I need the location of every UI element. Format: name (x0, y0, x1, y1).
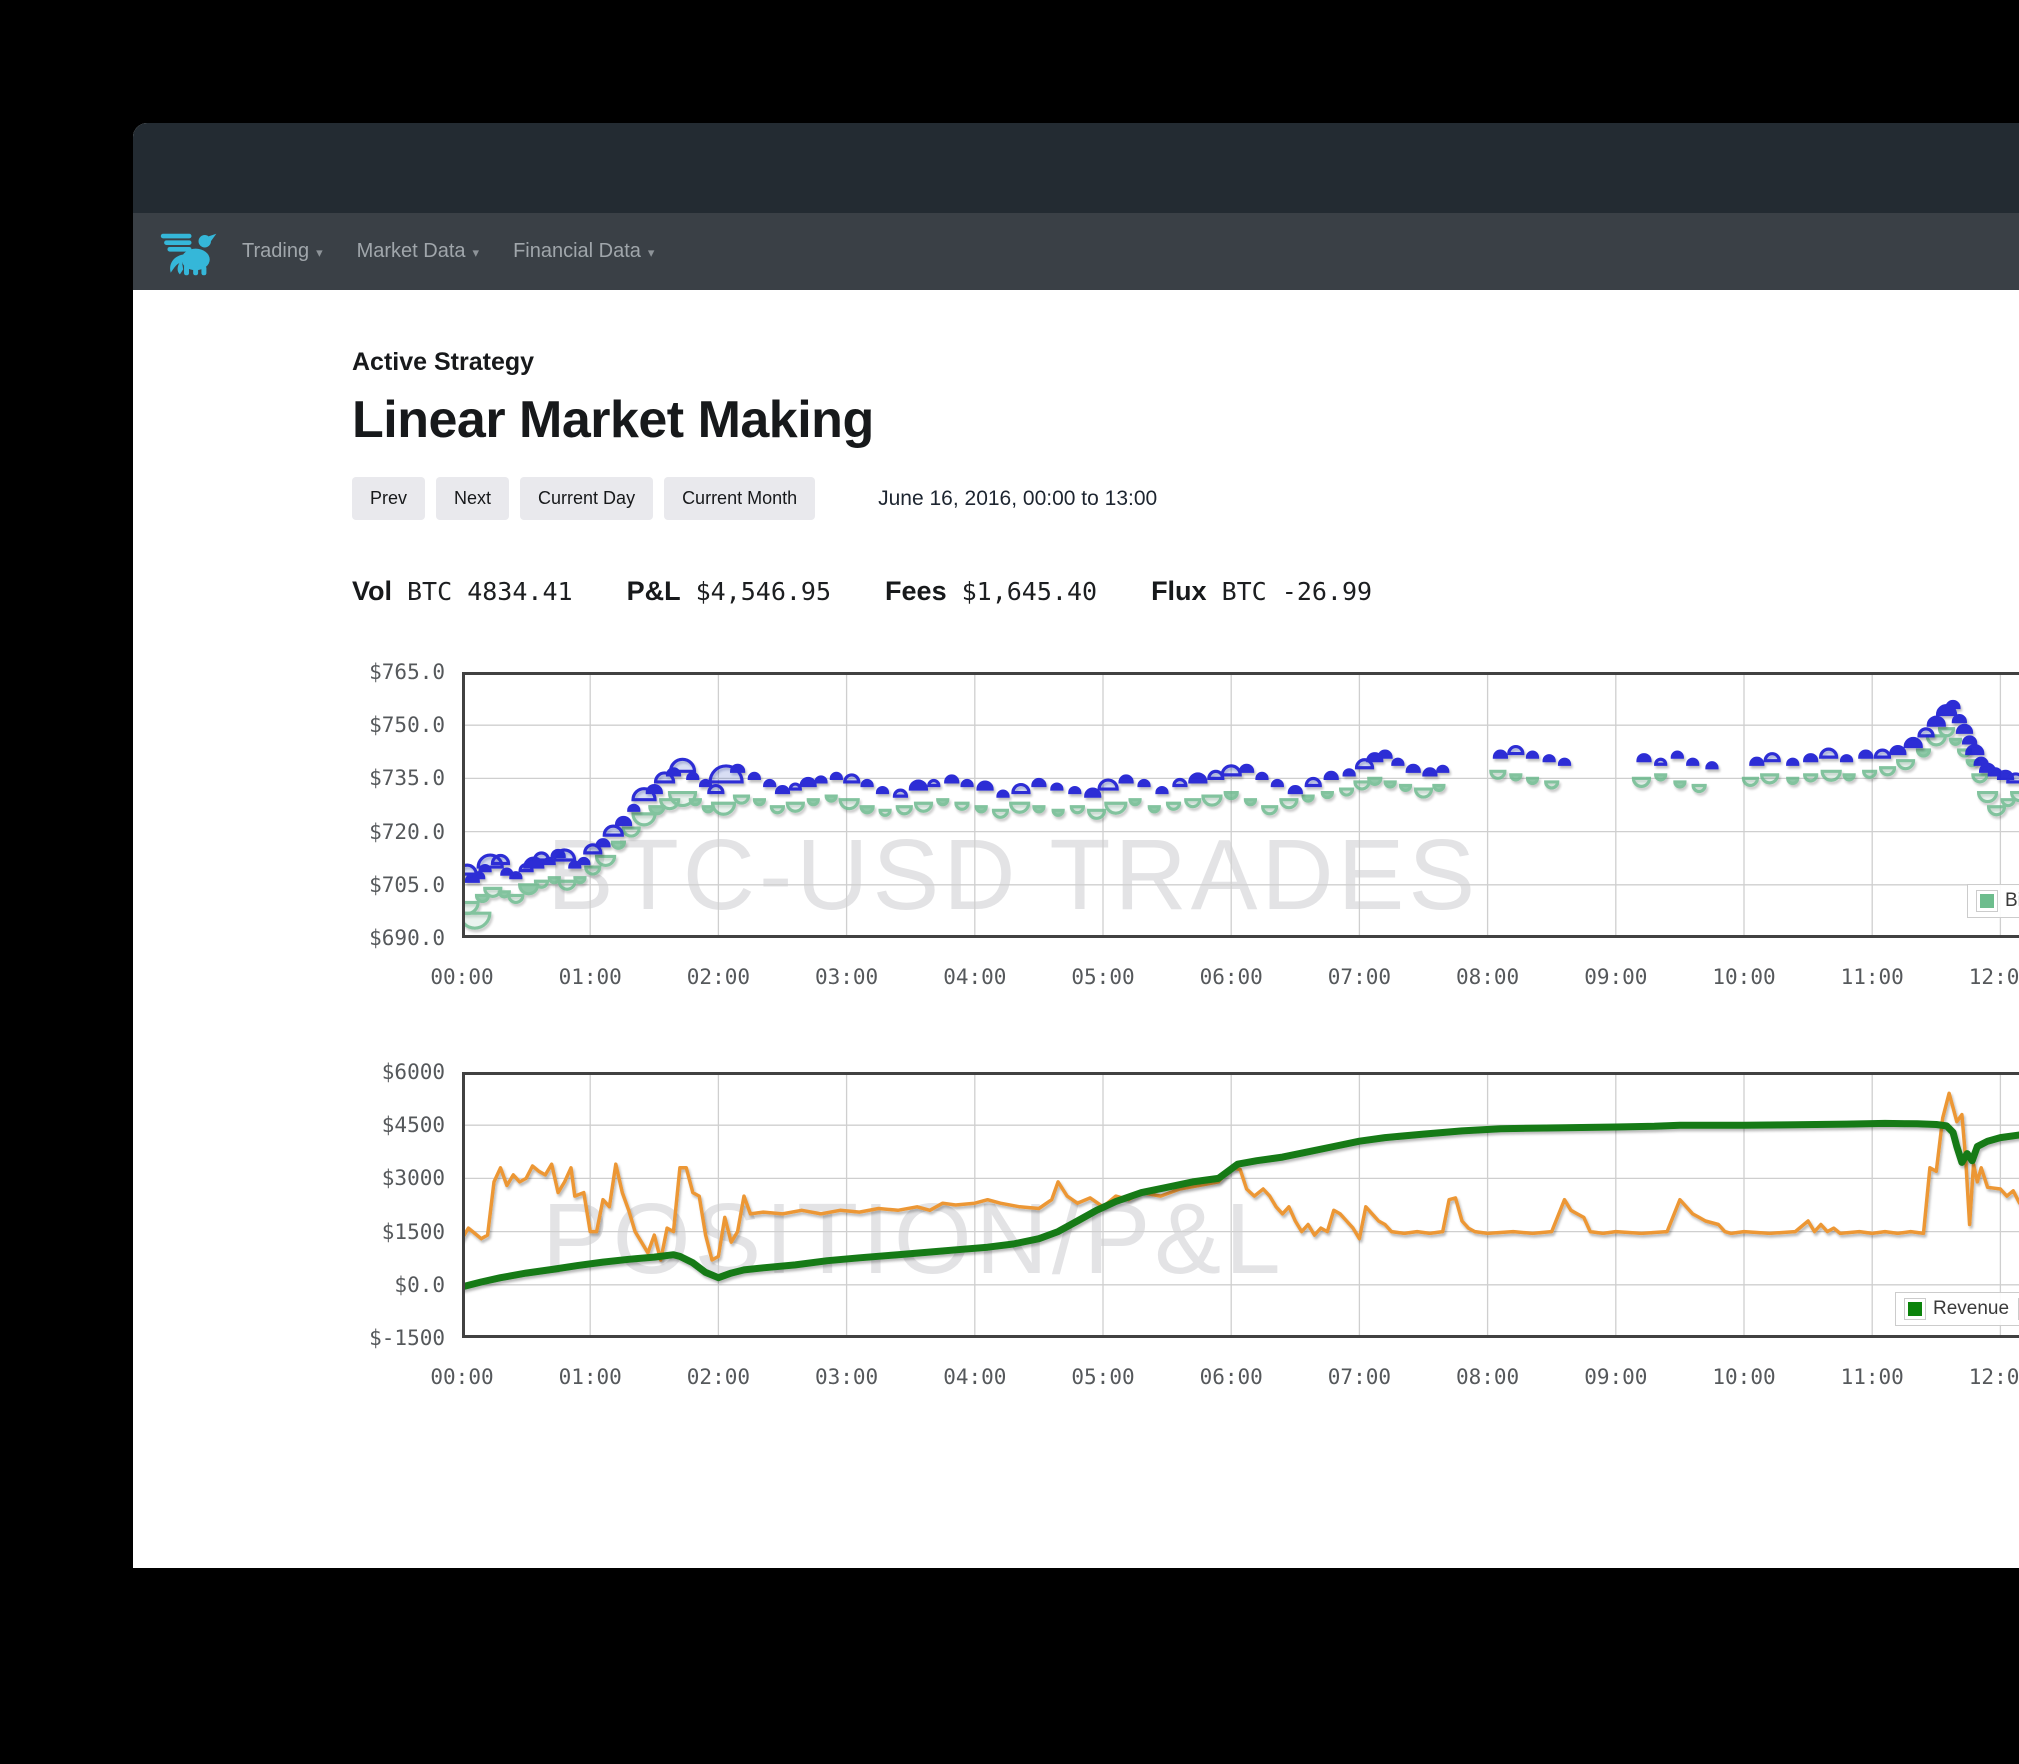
x-tick-label: 12:00 (1968, 965, 2019, 989)
x-tick-label: 11:00 (1840, 1365, 1904, 1389)
stat-pnl: P&L $4,546.95 (627, 576, 831, 607)
position-pnl-plot-area[interactable]: POSITION/P&L Revenue $6000 $4500 $3000 $150… (369, 1060, 2019, 1389)
prev-button[interactable]: Prev (352, 477, 426, 521)
position-pnl-chart-section: POSITION/P&L Revenue $6000 $4500 $3000 $150… (133, 1060, 2019, 1402)
bids-legend-label: Bids (2005, 890, 2019, 911)
trades-plot (462, 672, 2019, 938)
x-tick-label: 05:00 (1071, 1365, 1135, 1389)
x-tick-label: 04:00 (943, 1365, 1007, 1389)
nav-item-financial-data-label: Financial Data (513, 240, 641, 262)
y-tick-label: $750.0 (369, 713, 445, 738)
stat-flux-value: BTC -26.99 (1221, 577, 1373, 607)
x-tick-label: 07:00 (1327, 965, 1391, 989)
x-tick-label: 00:00 (430, 965, 494, 989)
x-tick-label: 00:00 (430, 1365, 494, 1389)
stat-pnl-label: P&L (626, 576, 681, 607)
x-tick-label: 10:00 (1712, 965, 1776, 989)
position-pnl-plot (462, 1072, 2019, 1338)
x-tick-label: 10:00 (1712, 1365, 1776, 1389)
x-tick-label: 06:00 (1199, 965, 1263, 989)
nav-item-market-data-label: Market Data (356, 240, 466, 262)
date-toolbar: Prev Next Current Day Current Month June… (352, 477, 1426, 521)
app-window: Trading ▾ Market Data ▾ Financial Data ▾… (133, 123, 2019, 1568)
x-tick-label: 01:00 (558, 1365, 622, 1389)
date-range-label: June 16, 2016, 00:00 to 13:00 (878, 486, 1158, 510)
y-tick-label: $735.0 (369, 766, 445, 791)
y-tick-label: $0.0 (394, 1272, 445, 1297)
x-tick-label: 04:00 (943, 965, 1007, 989)
y-tick-label: $705.0 (369, 872, 445, 897)
x-tick-label: 07:00 (1327, 1365, 1391, 1389)
y-tick-label: $-1500 (369, 1326, 445, 1350)
active-strategy-label: Active Strategy (352, 348, 535, 376)
x-tick-label: 03:00 (814, 1365, 879, 1389)
stat-fees-label: Fees (885, 576, 947, 607)
stat-vol-value: BTC 4834.41 (407, 577, 573, 607)
x-tick-label: 08:00 (1455, 1365, 1520, 1389)
x-tick-label: 06:00 (1199, 1365, 1263, 1389)
revenue-legend-swatch (1904, 1298, 1926, 1320)
y-tick-label: $690.0 (369, 926, 445, 950)
y-tick-label: $6000 (381, 1060, 445, 1084)
x-tick-label: 02:00 (686, 1365, 750, 1389)
chevron-down-icon: ▾ (316, 245, 323, 260)
y-tick-label: $4500 (381, 1113, 445, 1138)
top-navbar: Trading ▾ Market Data ▾ Financial Data ▾ (133, 213, 2019, 290)
stat-vol-label: Vol (352, 576, 392, 607)
x-tick-label: 02:00 (686, 965, 750, 989)
bids-legend-swatch (1976, 890, 1998, 912)
y-tick-label: $765.0 (369, 660, 445, 684)
x-tick-label: 01:00 (558, 965, 622, 989)
stat-fees-value: $1,645.40 (961, 577, 1098, 607)
page-title: Linear Market Making (352, 391, 874, 449)
nav-item-market-data[interactable]: Market Data ▾ (357, 240, 479, 263)
y-tick-label: $1500 (381, 1219, 445, 1244)
x-tick-label: 05:00 (1071, 965, 1135, 989)
stat-fees: Fees $1,645.40 (885, 576, 1097, 607)
y-tick-label: $720.0 (369, 819, 445, 844)
stat-flux-label: Flux (1151, 576, 1207, 607)
nav-item-trading[interactable]: Trading ▾ (242, 240, 323, 263)
revenue-legend-label: Revenue (1933, 1298, 2010, 1319)
griffin-logo[interactable] (160, 226, 218, 278)
trades-legend: Bids (1967, 884, 2019, 918)
current-month-button[interactable]: Current Month (664, 477, 816, 521)
nav-item-trading-label: Trading (242, 240, 310, 262)
chevron-down-icon: ▾ (472, 245, 480, 260)
next-button[interactable]: Next (436, 477, 510, 521)
x-tick-label: 08:00 (1455, 965, 1520, 989)
y-tick-label: $3000 (381, 1166, 445, 1191)
nav-items: Trading ▾ Market Data ▾ Financial Data ▾ (242, 240, 654, 263)
x-tick-label: 11:00 (1840, 965, 1904, 989)
stat-flux: Flux BTC -26.99 (1151, 576, 1372, 607)
trades-plot-area[interactable]: BTC-USD TRADES Bids $765.0$750.0$735.0$7… (369, 660, 2019, 989)
screen: Trading ▾ Market Data ▾ Financial Data ▾… (0, 0, 2019, 1764)
x-tick-label: 03:00 (814, 965, 879, 989)
position-pnl-legend: Revenue (1895, 1292, 2019, 1326)
x-tick-label: 09:00 (1584, 965, 1648, 989)
page-content: Active Strategy Linear Market Making Pre… (352, 347, 1426, 607)
x-tick-label: 09:00 (1584, 1365, 1648, 1389)
trades-chart-section: BTC-USD TRADES Bids $765.0$750.0$735.0$7… (133, 660, 2019, 1002)
chevron-down-icon: ▾ (647, 245, 655, 260)
nav-item-financial-data[interactable]: Financial Data ▾ (513, 240, 654, 263)
stat-pnl-value: $4,546.95 (695, 577, 832, 607)
current-day-button[interactable]: Current Day (520, 477, 654, 521)
window-header (133, 123, 2019, 213)
x-tick-label: 12:00 (1968, 1365, 2019, 1389)
stats-row: Vol BTC 4834.41 P&L $4,546.95 Fees $1,64… (352, 576, 1426, 607)
stat-vol: Vol BTC 4834.41 (352, 576, 573, 607)
